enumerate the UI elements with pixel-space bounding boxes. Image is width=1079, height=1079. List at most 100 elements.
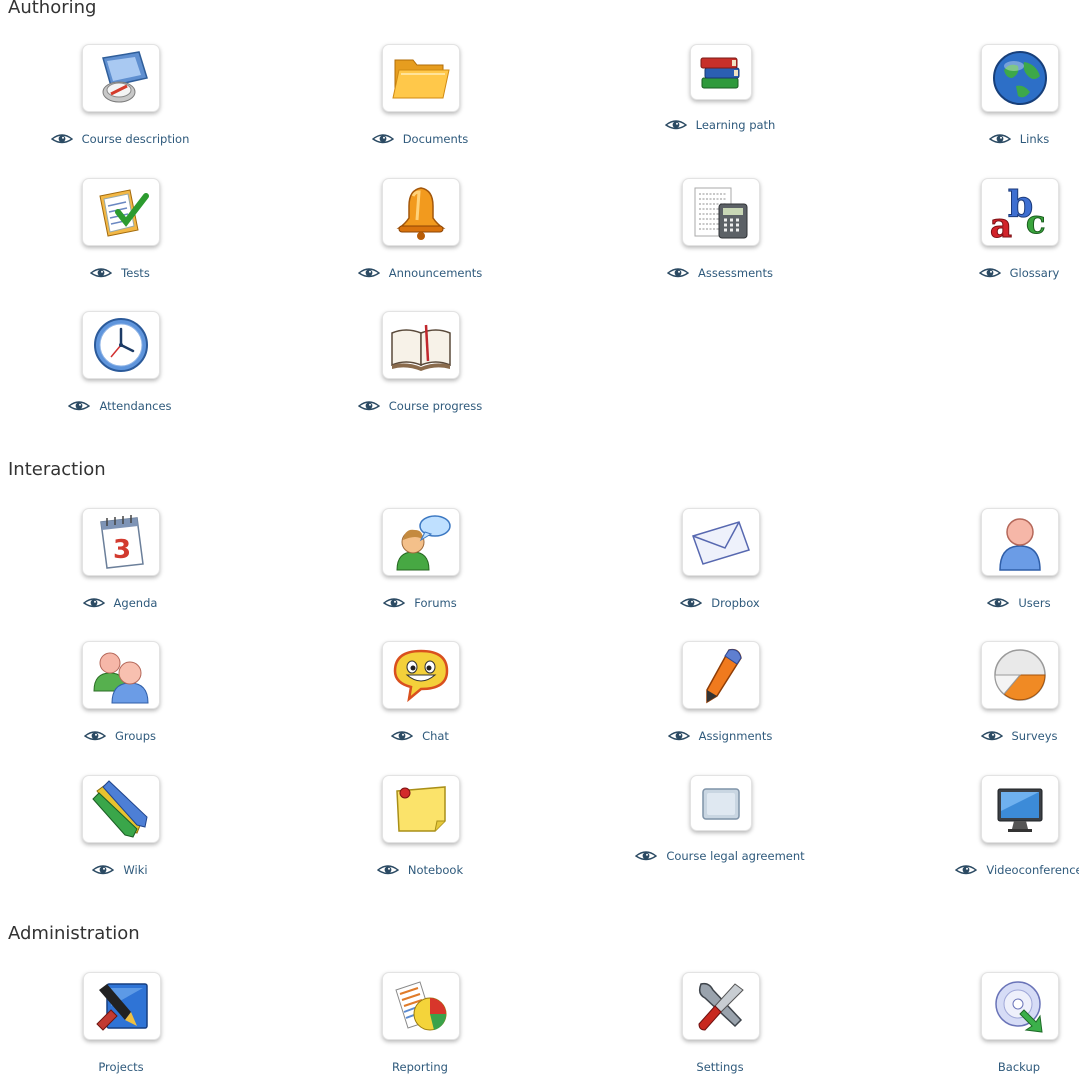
tool-link[interactable]: Settings [600,1060,840,1074]
tool-tile[interactable] [382,311,460,379]
section-title-administration: Administration [8,923,140,944]
tool-tile[interactable] [682,641,760,709]
section-title-authoring: Authoring [8,0,97,18]
tool-tile[interactable] [981,641,1059,709]
tool-tile[interactable] [83,972,161,1040]
tool-label: Links [1019,132,1050,146]
tool-tile[interactable] [981,508,1059,576]
eye-icon[interactable] [979,267,1001,279]
tool-tile[interactable] [682,508,760,576]
pen-icon [706,648,742,704]
tool-tile[interactable]: 3 [82,508,160,576]
tool-link[interactable]: Surveys [899,729,1079,743]
tool-link[interactable]: Announcements [300,266,540,280]
tool-link[interactable]: Course description [0,132,240,146]
eye-icon[interactable] [383,597,405,609]
tool-link[interactable]: Attendances [0,399,240,413]
tool-tile[interactable] [82,44,160,112]
tool-link[interactable]: Dropbox [600,596,840,610]
tool-tile[interactable] [82,641,160,709]
eye-icon[interactable] [989,133,1011,145]
eye-icon[interactable] [358,267,380,279]
tool-tile[interactable] [382,44,460,112]
bell-icon [396,187,446,240]
tool-link[interactable]: Notebook [300,863,540,877]
eye-icon[interactable] [83,597,105,609]
group-icon [93,652,149,704]
tool-link[interactable]: Assessments [600,266,840,280]
tool-link[interactable]: Chat [300,729,540,743]
report-chart-icon [395,981,447,1031]
tool-tile[interactable] [981,775,1059,843]
tool-link[interactable]: Course legal agreement [600,849,840,863]
tool-link[interactable]: Tests [0,266,240,280]
tool-label: Glossary [1009,266,1060,280]
speech-user-icon [396,515,451,571]
tool-tile[interactable] [682,178,760,246]
tool-tile[interactable] [382,775,460,843]
envelope-icon [692,521,750,565]
tool-link[interactable]: Links [899,132,1079,146]
tool-tile[interactable] [382,178,460,246]
eye-icon[interactable] [981,730,1003,742]
eye-icon[interactable] [372,133,394,145]
tool-tile[interactable] [82,178,160,246]
tool-label: Assessments [698,266,773,280]
tool-tile[interactable] [981,972,1059,1040]
tool-label: Notebook [407,863,464,877]
tool-tile[interactable] [382,972,460,1040]
eye-icon[interactable] [680,597,702,609]
folder-icon [392,59,450,99]
tool-tile[interactable]: a b c [981,178,1059,246]
tool-tile[interactable] [690,775,752,831]
tool-link[interactable]: Backup [899,1060,1079,1074]
eye-icon[interactable] [358,400,380,412]
tool-label: Documents [402,132,469,146]
tool-label: Settings [696,1060,744,1074]
tool-tile[interactable] [82,775,160,843]
open-book-icon [391,324,451,371]
tool-link[interactable]: Forums [300,596,540,610]
eye-icon[interactable] [955,864,977,876]
eye-icon[interactable] [668,730,690,742]
tool-link[interactable]: Wiki [0,863,240,877]
tool-link[interactable]: Reporting [300,1060,540,1074]
eye-icon[interactable] [667,267,689,279]
eye-icon[interactable] [90,267,112,279]
tool-label: Groups [114,729,156,743]
tool-link[interactable]: Glossary [899,266,1079,280]
eye-icon[interactable] [51,133,73,145]
pencils-icon [92,780,148,838]
eye-icon[interactable] [665,119,687,131]
tool-link[interactable]: Assignments [600,729,840,743]
eye-icon[interactable] [92,864,114,876]
tool-link[interactable]: Agenda [0,596,240,610]
tool-link[interactable]: Videoconference [899,863,1079,877]
eye-icon[interactable] [635,850,657,862]
tool-tile[interactable] [382,641,460,709]
tool-tile[interactable] [82,311,160,379]
tool-label: Learning path [695,118,776,132]
eye-icon[interactable] [68,400,90,412]
tool-link[interactable]: Learning path [600,118,840,132]
tool-label: Surveys [1011,729,1058,743]
eye-icon[interactable] [987,597,1009,609]
tool-link[interactable]: Projects [1,1060,241,1074]
eye-icon[interactable] [84,730,106,742]
legal-doc-icon [702,788,740,820]
clock-icon [94,318,148,372]
tool-tile[interactable] [981,44,1059,112]
tool-tile[interactable] [690,44,752,100]
tool-label: Course legal agreement [666,849,805,863]
tool-tile[interactable] [382,508,460,576]
tool-link[interactable]: Groups [0,729,240,743]
tool-tile[interactable] [682,972,760,1040]
tool-link[interactable]: Users [899,596,1079,610]
sticky-note-icon [396,786,446,832]
globe-icon [993,51,1047,105]
tool-label: Projects [98,1060,144,1074]
tool-link[interactable]: Documents [300,132,540,146]
eye-icon[interactable] [391,730,413,742]
tool-link[interactable]: Course progress [300,399,540,413]
eye-icon[interactable] [377,864,399,876]
